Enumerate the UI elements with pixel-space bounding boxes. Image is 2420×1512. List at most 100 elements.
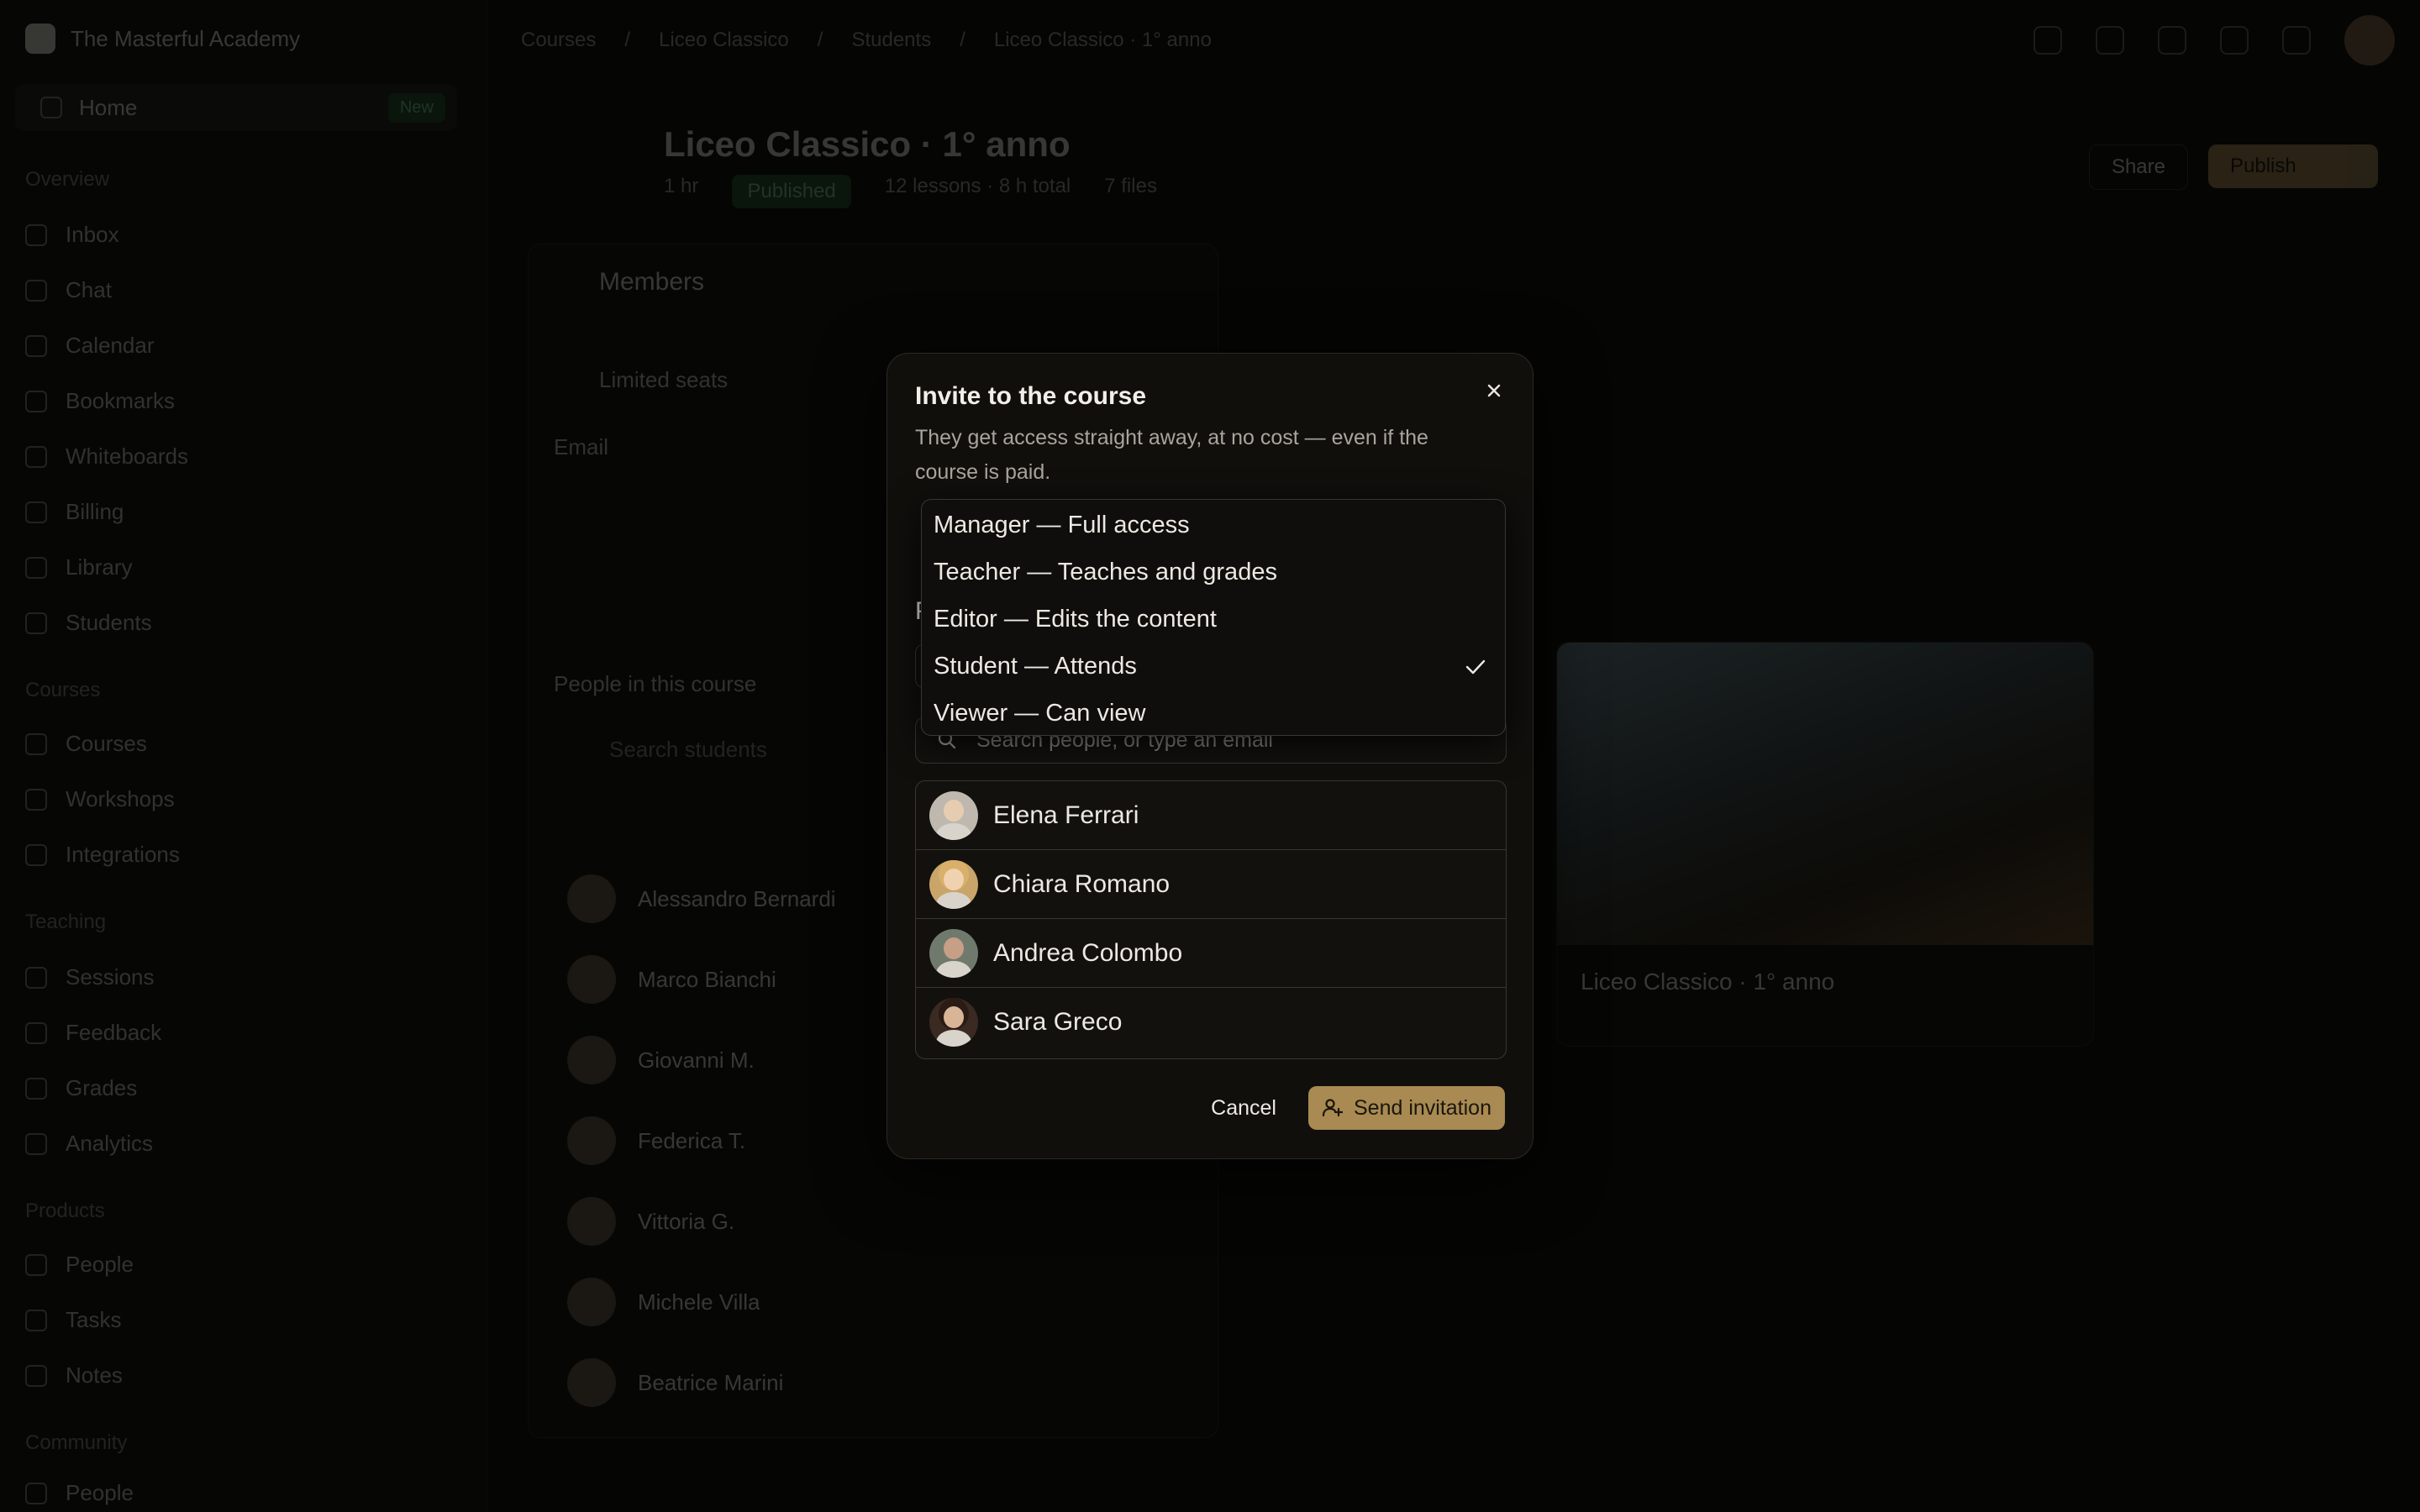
table-row[interactable]: Vittoria G. xyxy=(567,1197,734,1246)
table-row[interactable]: Giovanni M. xyxy=(567,1036,755,1084)
sidebar-item[interactable]: Grades xyxy=(25,1075,137,1101)
breadcrumb-separator: / xyxy=(960,29,965,51)
list-item[interactable]: Andrea Colombo xyxy=(916,919,1506,988)
email-label: Email xyxy=(554,434,609,459)
list-item[interactable]: Sara Greco xyxy=(916,988,1506,1057)
table-row[interactable]: Marco Bianchi xyxy=(567,955,776,1004)
role-option-editor[interactable]: Editor — Edits the content xyxy=(922,596,1505,643)
breadcrumb-item[interactable]: Students xyxy=(851,29,931,52)
inbox-icon xyxy=(25,223,47,246)
avatar[interactable] xyxy=(2344,15,2395,66)
meta-lessons: 12 lessons · 8 h total xyxy=(884,175,1071,197)
sidebar-item[interactable]: Workshops xyxy=(25,786,175,812)
sidebar-item[interactable]: Integrations xyxy=(25,842,180,868)
sidebar-item[interactable]: Billing xyxy=(25,499,124,525)
sessions-icon xyxy=(25,966,47,989)
sidebar-item-label: Whiteboards xyxy=(66,444,188,469)
meta-files: 7 files xyxy=(1104,175,1157,197)
sidebar-item[interactable]: Notes xyxy=(25,1362,123,1389)
sidebar-item-label: Billing xyxy=(66,499,124,524)
people-icon xyxy=(25,1253,47,1276)
avatar xyxy=(567,955,616,1004)
send-invitation-button[interactable]: Send invitation xyxy=(1307,1086,1505,1130)
students-icon xyxy=(25,612,47,634)
workshops-icon xyxy=(25,788,47,811)
sidebar-item[interactable]: Analytics xyxy=(25,1131,153,1157)
sidebar-item[interactable]: Tasks xyxy=(25,1307,121,1333)
modal-subtitle: They get access straight away, at no cos… xyxy=(915,426,1428,484)
table-row[interactable]: Beatrice Marini xyxy=(567,1358,783,1407)
role-option-manager[interactable]: Manager — Full access xyxy=(922,501,1505,549)
sidebar-item[interactable]: Students xyxy=(25,610,152,636)
publish-button[interactable]: Publish xyxy=(2208,144,2378,188)
calendar-icon xyxy=(25,334,47,357)
option-label: Student — Attends xyxy=(934,652,1137,680)
notification-icon[interactable] xyxy=(2033,26,2062,55)
option-label: Teacher — Teaches and grades xyxy=(934,558,1277,585)
table-row[interactable]: Alessandro Bernardi xyxy=(567,874,836,923)
check-icon xyxy=(1465,659,1486,675)
sidebar-item[interactable]: Sessions xyxy=(25,964,155,990)
breadcrumb-item[interactable]: Courses xyxy=(521,29,596,52)
role-option-viewer[interactable]: Viewer — Can view xyxy=(922,690,1505,737)
sidebar-item-label: Grades xyxy=(66,1075,138,1100)
close-icon xyxy=(1487,384,1501,397)
sidebar-item-label: Integrations xyxy=(66,842,180,867)
share-button[interactable]: Share xyxy=(2088,144,2188,190)
billing-icon xyxy=(25,501,47,523)
brand: The Masterful Academy xyxy=(25,24,300,54)
row-name: Giovanni M. xyxy=(638,1047,755,1073)
list-item[interactable]: Elena Ferrari xyxy=(916,781,1506,850)
new-badge: New xyxy=(387,92,445,123)
avatar xyxy=(567,1278,616,1326)
edit-icon[interactable] xyxy=(2282,26,2311,55)
modal-title: Invite to the course xyxy=(915,382,1147,410)
sidebar-item[interactable]: Inbox xyxy=(25,222,119,248)
search-icon[interactable] xyxy=(2096,26,2124,55)
panel-title: Members xyxy=(599,268,705,296)
cancel-button[interactable]: Cancel xyxy=(1196,1086,1292,1130)
sidebar-item[interactable]: Chat xyxy=(25,277,112,303)
sidebar-item[interactable]: Bookmarks xyxy=(25,388,175,414)
sidebar: The Masterful Academy Home New Overview … xyxy=(0,0,488,1512)
option-label: Manager — Full access xyxy=(934,511,1190,538)
person-name: Chiara Romano xyxy=(993,869,1171,898)
sidebar-section-label: Products xyxy=(25,1200,105,1222)
sidebar-item-label: Tasks xyxy=(66,1307,122,1332)
role-option-student[interactable]: Student — Attends xyxy=(922,643,1505,690)
brand-name: The Masterful Academy xyxy=(71,25,301,51)
avatar xyxy=(929,790,978,840)
sidebar-item-home[interactable]: Home New xyxy=(15,84,457,131)
sidebar-item[interactable]: Library xyxy=(25,554,132,580)
grid-icon[interactable] xyxy=(2158,26,2186,55)
course-preview-card[interactable]: Liceo Classico · 1° anno xyxy=(1556,642,2094,1047)
page-meta: 1 hr Published 12 lessons · 8 h total 7 … xyxy=(664,175,1157,208)
avatar xyxy=(929,859,978,909)
page-title: Liceo Classico · 1° anno xyxy=(664,124,1071,164)
sidebar-item[interactable]: Calendar xyxy=(25,333,155,359)
course-thumbnail xyxy=(1557,643,2093,945)
table-row[interactable]: Federica T. xyxy=(567,1116,745,1165)
role-option-teacher[interactable]: Teacher — Teaches and grades xyxy=(922,549,1505,596)
sidebar-item[interactable]: Whiteboards xyxy=(25,444,188,470)
breadcrumb-item[interactable]: Liceo Classico · 1° anno xyxy=(994,29,1212,52)
sidebar-item[interactable]: Feedback xyxy=(25,1020,161,1046)
breadcrumb-separator: / xyxy=(624,29,631,51)
option-label: Viewer — Can view xyxy=(934,699,1146,727)
sidebar-item-label: Home xyxy=(79,94,138,120)
breadcrumb-item[interactable]: Liceo Classico xyxy=(659,29,789,52)
sidebar-item[interactable]: People xyxy=(25,1252,134,1278)
list-item[interactable]: Chiara Romano xyxy=(916,850,1506,919)
row-name: Federica T. xyxy=(638,1127,746,1153)
sidebar-item-label: Courses xyxy=(66,731,147,756)
sidebar-item[interactable]: People xyxy=(25,1480,134,1506)
sidebar-item[interactable]: Courses xyxy=(25,731,147,757)
close-button[interactable] xyxy=(1479,375,1509,406)
table-row[interactable]: Michele Villa xyxy=(567,1278,760,1326)
header-buttons: Share Publish xyxy=(2088,144,2378,190)
panel-search-input[interactable]: Search students xyxy=(609,737,767,763)
message-icon[interactable] xyxy=(2220,26,2249,55)
bookmark-icon xyxy=(25,390,47,412)
preview-caption: Liceo Classico · 1° anno xyxy=(1581,969,1835,995)
status-badge: Published xyxy=(732,175,851,208)
